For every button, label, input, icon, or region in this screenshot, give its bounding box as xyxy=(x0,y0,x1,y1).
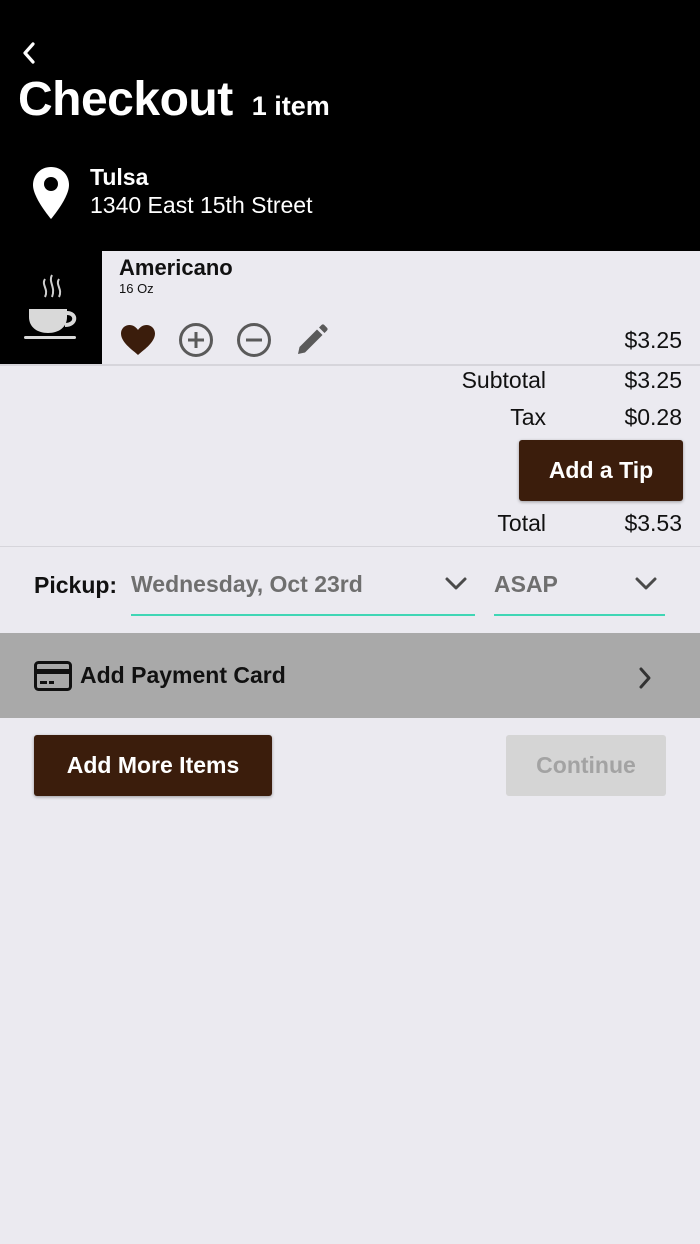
item-name: Americano xyxy=(119,255,233,280)
item-size: 16 Oz xyxy=(119,281,154,296)
add-tip-button[interactable]: Add a Tip xyxy=(519,440,683,501)
subtotal-value: $3.25 xyxy=(624,367,682,393)
heart-icon xyxy=(120,324,155,355)
pickup-time-value: ASAP xyxy=(494,571,558,597)
tax-label: Tax xyxy=(510,404,546,430)
tax-row: Tax $0.28 xyxy=(396,404,682,431)
item-actions xyxy=(119,321,330,358)
store-address: 1340 East 15th Street xyxy=(90,192,313,218)
tax-value: $0.28 xyxy=(624,404,682,430)
item-count: 1 item xyxy=(251,91,330,121)
chevron-down-icon xyxy=(445,577,467,590)
chevron-down-icon xyxy=(635,577,657,590)
continue-button[interactable]: Continue xyxy=(506,735,666,796)
store-name: Tulsa xyxy=(90,164,149,190)
favorite-button[interactable] xyxy=(119,321,156,358)
credit-card-icon xyxy=(34,661,72,691)
increase-quantity-button[interactable] xyxy=(177,321,214,358)
subtotal-row: Subtotal $3.25 xyxy=(396,367,682,394)
coffee-cup-icon xyxy=(24,274,77,339)
total-value: $3.53 xyxy=(624,510,682,536)
back-button[interactable] xyxy=(14,36,44,70)
chevron-right-icon xyxy=(639,667,651,689)
title-row: Checkout 1 item xyxy=(18,76,330,124)
edit-item-button[interactable] xyxy=(293,321,330,358)
add-more-items-button[interactable]: Add More Items xyxy=(34,735,272,796)
checkout-header: Checkout 1 item Tulsa 1340 East 15th Str… xyxy=(0,0,700,251)
total-row: Total $3.53 xyxy=(396,510,682,537)
subtotal-label: Subtotal xyxy=(461,367,546,393)
divider xyxy=(0,546,700,547)
item-price: $3.25 xyxy=(624,327,682,353)
pickup-time-select[interactable]: ASAP xyxy=(494,560,665,616)
divider xyxy=(0,364,700,366)
add-payment-card-row[interactable]: Add Payment Card xyxy=(0,633,700,718)
pickup-label: Pickup: xyxy=(34,572,118,598)
add-payment-card-label: Add Payment Card xyxy=(80,662,286,688)
cart-item: Americano 16 Oz $3.25 xyxy=(102,251,700,364)
plus-circle-icon xyxy=(178,322,213,357)
pickup-date-select[interactable]: Wednesday, Oct 23rd xyxy=(131,560,475,616)
pickup-date-value: Wednesday, Oct 23rd xyxy=(131,571,363,597)
total-label: Total xyxy=(497,510,546,536)
chevron-left-icon xyxy=(23,42,35,64)
map-pin-icon xyxy=(33,167,69,219)
minus-circle-icon xyxy=(236,322,271,357)
pencil-icon xyxy=(297,323,328,354)
page-title: Checkout xyxy=(18,73,233,126)
decrease-quantity-button[interactable] xyxy=(235,321,272,358)
item-thumbnail xyxy=(0,251,102,364)
